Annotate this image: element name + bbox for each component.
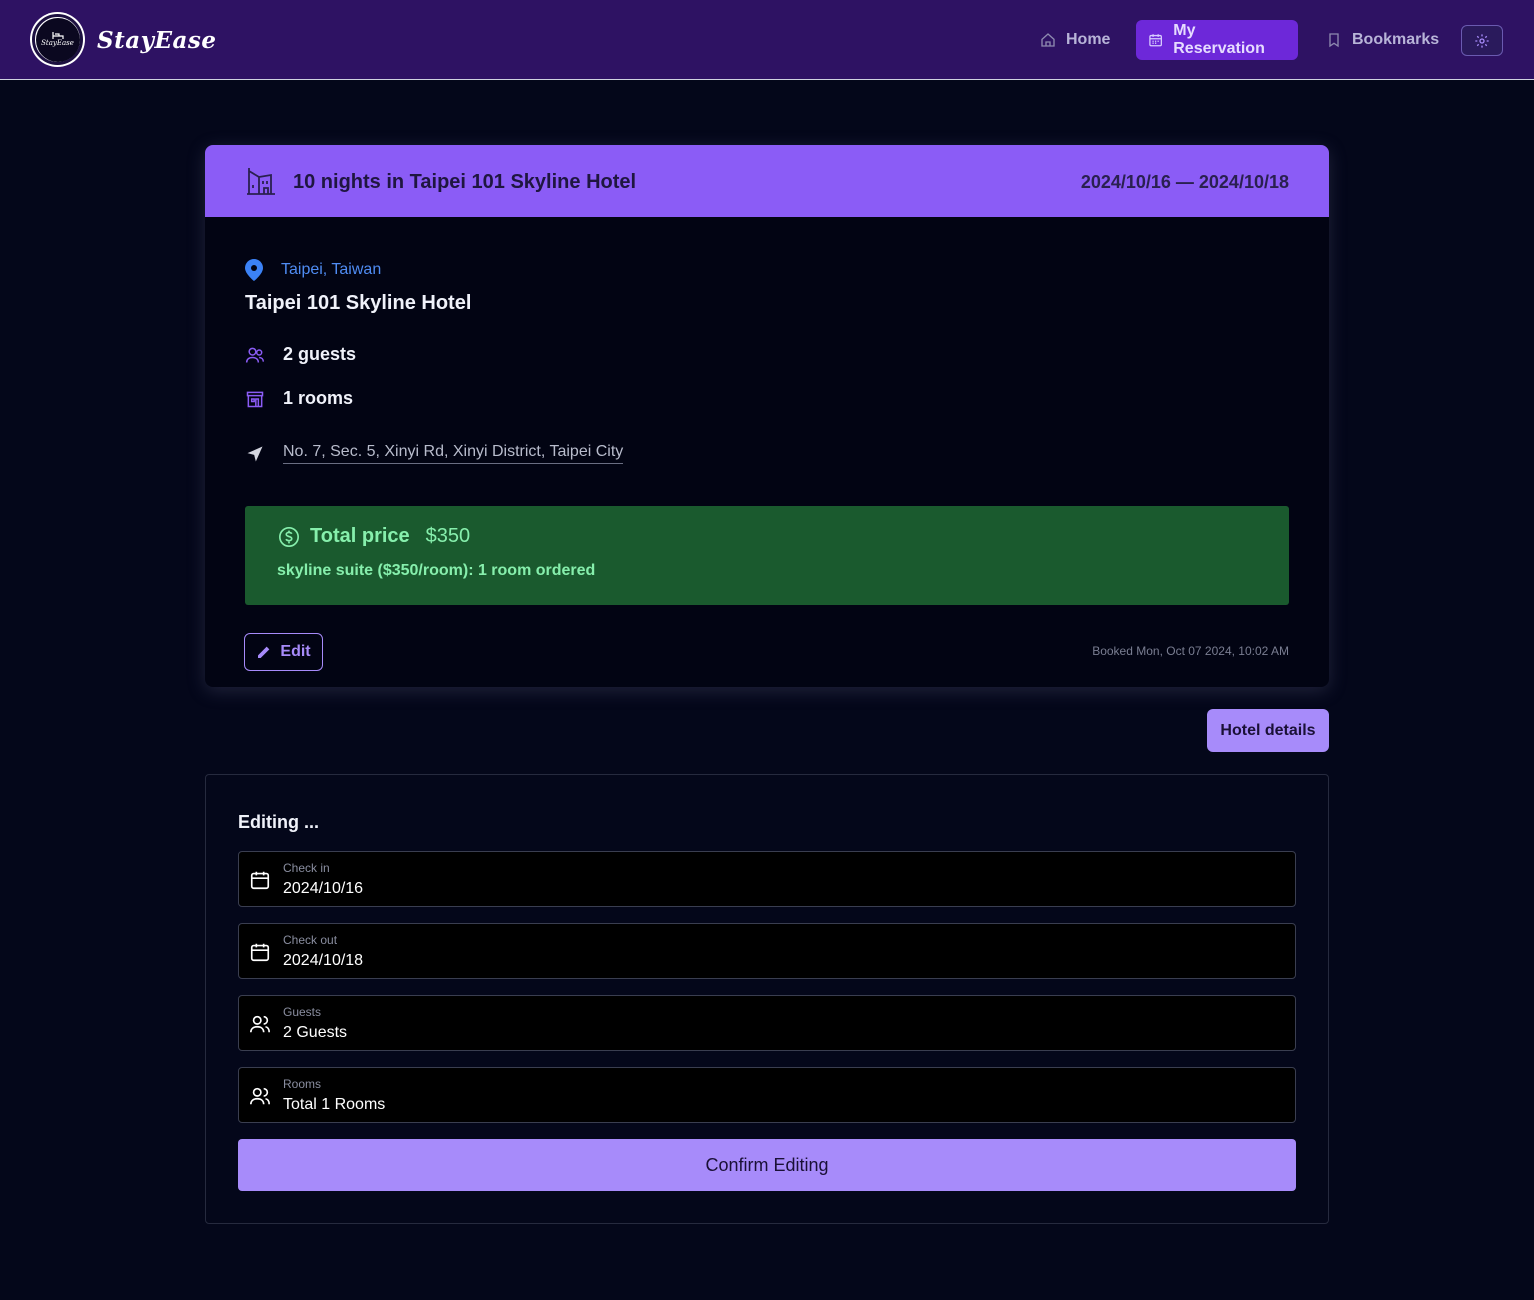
bed-icon (51, 32, 64, 39)
users-icon (245, 347, 265, 363)
total-price-box: Total price $350 skyline suite ($350/roo… (245, 506, 1289, 605)
rooms-count: 1 rooms (283, 388, 354, 408)
hotel-icon (247, 168, 275, 195)
nav-my-reservation[interactable]: My Reservation (1136, 20, 1298, 60)
editing-panel: Editing ... Check in 2024/10/16 Check ou… (205, 774, 1329, 1224)
building-icon (246, 391, 264, 407)
total-price-amount: $350 (425, 525, 471, 547)
editing-title: Editing ... (238, 812, 319, 832)
check-out-label: Check out (283, 933, 338, 947)
rooms-value[interactable]: Total 1 Rooms (283, 1096, 385, 1114)
nav-bookmarks[interactable]: Bookmarks (1314, 20, 1451, 60)
rooms-label: Rooms (283, 1077, 322, 1091)
calendar-icon (1149, 34, 1162, 47)
confirm-editing-button[interactable]: Confirm Editing (238, 1139, 1296, 1191)
reservation-card-header: 10 nights in Taipei 101 Skyline Hotel 20… (205, 145, 1329, 217)
navigation-arrow-icon (247, 446, 263, 461)
top-navbar: StayEase StayEase Home My Reservation Bo… (0, 0, 1534, 80)
check-out-value[interactable]: 2024/10/18 (283, 952, 363, 970)
check-in-value[interactable]: 2024/10/16 (283, 880, 363, 898)
logo[interactable]: StayEase (32, 14, 83, 65)
guests-row: 2 guests (245, 344, 356, 365)
reservation-dates: 2024/10/16 — 2024/10/18 (1080, 172, 1289, 192)
check-in-label: Check in (283, 861, 330, 875)
brand-name[interactable]: StayEase (97, 27, 217, 54)
nav-home-label: Home (1066, 31, 1111, 48)
calendar-icon (250, 943, 270, 962)
logo-text: StayEase (41, 39, 74, 47)
guests-count: 2 guests (283, 344, 357, 364)
edit-button-label: Edit (280, 643, 311, 660)
hotel-details-button[interactable]: Hotel details (1207, 709, 1329, 752)
location-row: Taipei, Taiwan (245, 259, 381, 281)
rooms-field[interactable]: Rooms Total 1 Rooms (238, 1067, 1296, 1123)
guests-value[interactable]: 2 Guests (283, 1024, 347, 1042)
bookmark-icon (1329, 33, 1339, 48)
location-text: Taipei, Taiwan (281, 261, 382, 278)
check-out-field[interactable]: Check out 2024/10/18 (238, 923, 1296, 979)
dollar-icon (279, 526, 299, 547)
pencil-icon (258, 646, 270, 658)
reservation-card: 10 nights in Taipei 101 Skyline Hotel 20… (205, 145, 1329, 687)
nav-reservation-label: My Reservation (1173, 22, 1265, 57)
check-in-field[interactable]: Check in 2024/10/16 (238, 851, 1296, 907)
map-pin-icon (245, 259, 263, 281)
reservation-title: 10 nights in Taipei 101 Skyline Hotel (293, 171, 637, 193)
nav-bookmarks-label: Bookmarks (1352, 31, 1440, 48)
hotel-name: Taipei 101 Skyline Hotel (245, 292, 472, 314)
address-row: No. 7, Sec. 5, Xinyi Rd, Xinyi District,… (245, 443, 624, 464)
calendar-icon (250, 871, 270, 890)
booked-timestamp: Booked Mon, Oct 07 2024, 10:02 AM (1092, 644, 1289, 658)
users-icon (250, 1087, 270, 1105)
settings-button[interactable] (1461, 25, 1503, 56)
nav-home[interactable]: Home (1028, 20, 1122, 60)
address-link[interactable]: No. 7, Sec. 5, Xinyi Rd, Xinyi District,… (283, 443, 624, 464)
edit-button[interactable]: Edit (244, 633, 323, 671)
rooms-row: 1 rooms (245, 388, 353, 409)
gear-icon (1475, 33, 1489, 48)
total-price-label: Total price (310, 525, 410, 547)
price-detail: skyline suite ($350/room): 1 room ordere… (277, 562, 596, 579)
guests-label: Guests (283, 1005, 322, 1019)
home-icon (1041, 33, 1055, 47)
users-icon (250, 1015, 270, 1033)
guests-field[interactable]: Guests 2 Guests (238, 995, 1296, 1051)
